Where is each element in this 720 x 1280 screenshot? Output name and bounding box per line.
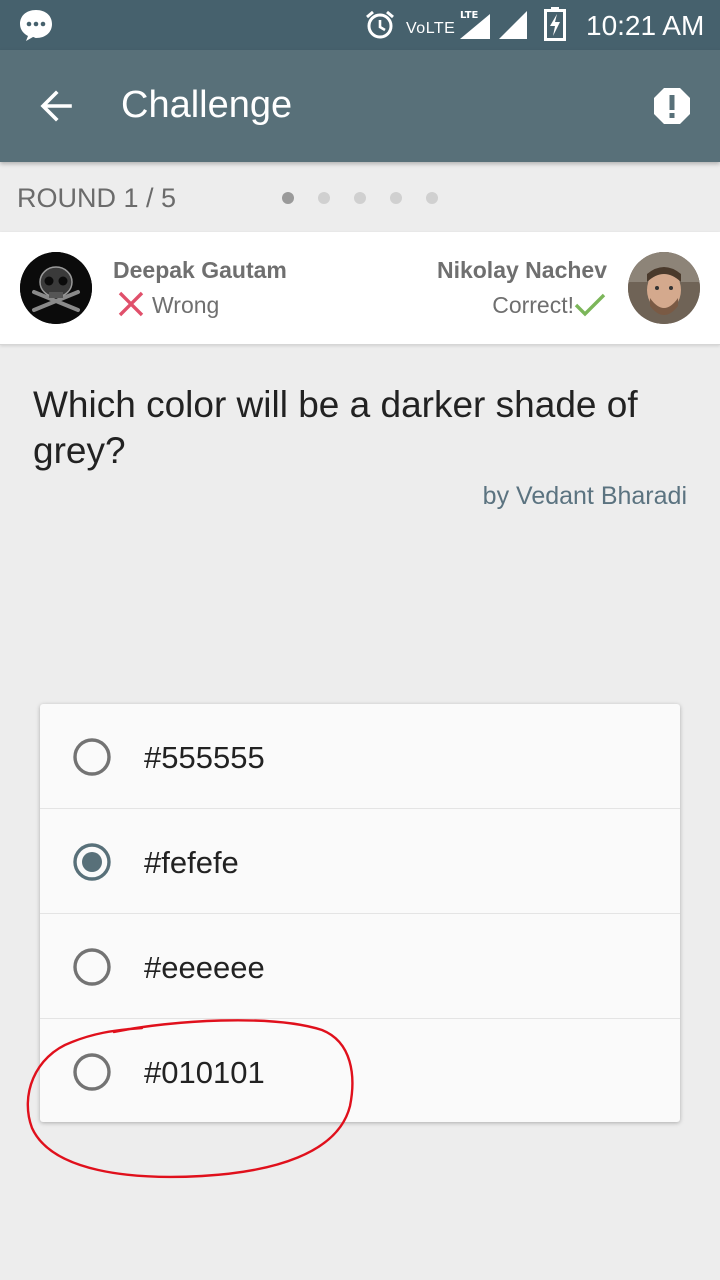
skull-avatar-icon	[20, 252, 92, 324]
round-dot-4	[390, 192, 402, 204]
option-4[interactable]: #010101	[40, 1018, 680, 1123]
page-title: Challenge	[121, 84, 293, 126]
lte-signal-icon: LTE	[460, 10, 490, 39]
svg-text:LTE: LTE	[460, 10, 479, 21]
answer-options: #555555 #fefefe #eeeeee #010101	[40, 704, 680, 1122]
app-bar: Challenge	[0, 50, 720, 162]
option-3[interactable]: #eeeeee	[40, 913, 680, 1018]
messenger-icon	[20, 10, 52, 41]
alarm-icon	[366, 10, 394, 39]
option-label: #fefefe	[144, 845, 239, 880]
avatar-left	[20, 252, 92, 324]
option-label: #eeeeee	[144, 950, 265, 985]
check-icon	[574, 293, 606, 317]
players-panel: Deepak Gautam Wrong Nikolay Nachev Corre…	[0, 232, 720, 345]
option-label: #555555	[144, 740, 265, 775]
radio-unchecked-icon[interactable]	[72, 737, 112, 777]
signal-icon	[499, 11, 527, 39]
profile-photo-icon	[628, 252, 700, 324]
round-indicator: ROUND 1 / 5	[0, 162, 720, 232]
cross-icon	[118, 291, 144, 317]
question-author: by Vedant Bharadi	[482, 482, 687, 510]
player-left-name: Deepak Gautam	[113, 257, 287, 283]
radio-unchecked-icon[interactable]	[72, 1052, 112, 1092]
report-icon[interactable]	[652, 86, 692, 126]
avatar-right	[628, 252, 700, 324]
player-right-name: Nikolay Nachev	[436, 257, 607, 283]
round-dot-2	[318, 192, 330, 204]
player-right-result: Correct!	[492, 292, 574, 318]
round-label: ROUND 1 / 5	[17, 183, 177, 213]
battery-charging-icon	[544, 7, 566, 41]
status-bar: VoLTE LTE 10:21 AM	[0, 0, 720, 50]
radio-checked-icon[interactable]	[72, 842, 112, 882]
round-dot-3	[354, 192, 366, 204]
player-left-result: Wrong	[152, 292, 220, 318]
question-text: Which color will be a darker shade of gr…	[33, 384, 638, 471]
radio-unchecked-icon[interactable]	[72, 947, 112, 987]
round-dot-1	[282, 192, 294, 204]
option-2[interactable]: #fefefe	[40, 808, 680, 913]
option-label: #010101	[144, 1055, 265, 1090]
volte-label: VoLTE	[406, 20, 456, 37]
arrow-back-icon[interactable]	[36, 86, 76, 126]
round-dot-5	[426, 192, 438, 204]
clock: 10:21 AM	[586, 10, 705, 41]
option-1[interactable]: #555555	[40, 704, 680, 808]
